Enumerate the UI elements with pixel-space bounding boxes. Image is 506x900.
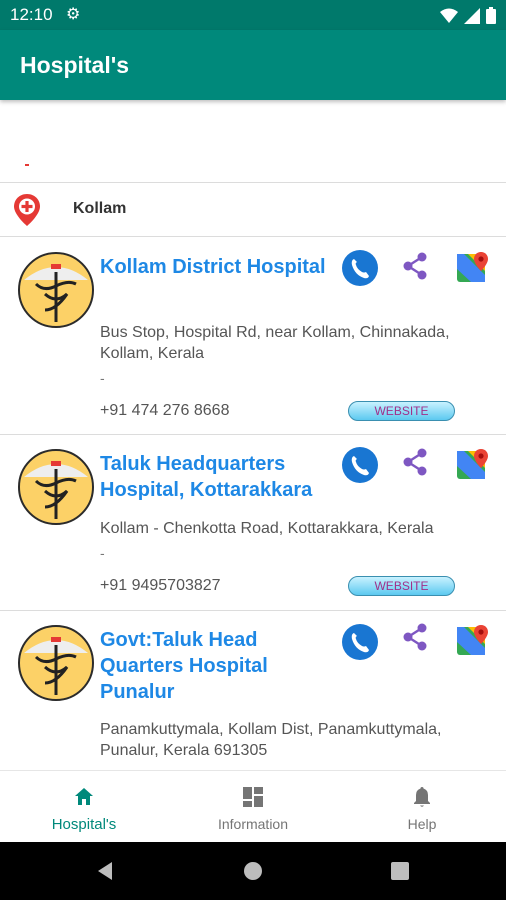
wifi-icon: [440, 8, 458, 23]
signal-icon: [464, 7, 480, 24]
hospital-extra: -: [100, 370, 105, 386]
hospital-extra: -: [100, 545, 105, 561]
hospital-card[interactable]: Kollam District Hospital Bus Stop, Hospi…: [0, 237, 506, 434]
bottom-navigation: Hospital's Information Help: [0, 770, 506, 842]
share-icon[interactable]: [400, 447, 430, 477]
map-icon[interactable]: [456, 624, 490, 658]
hospital-card[interactable]: Govt:Taluk Head Quarters Hospital Punalu…: [0, 611, 506, 770]
hospital-card[interactable]: Taluk Headquarters Hospital, Kottarakkar…: [0, 435, 506, 610]
divider: [0, 182, 506, 183]
website-button[interactable]: WEBSITE: [348, 401, 455, 421]
nav-item-help[interactable]: Help: [338, 771, 506, 843]
nav-label-information: Information: [217, 816, 289, 832]
location-row[interactable]: Kollam: [0, 184, 506, 236]
nav-label-hospitals: Hospital's: [51, 816, 117, 833]
app-bar: Hospital's: [0, 30, 506, 100]
hospital-logo-icon: [18, 449, 94, 525]
hospital-logo-icon: [18, 625, 94, 701]
nav-label-help: Help: [407, 816, 437, 832]
map-icon[interactable]: [456, 251, 490, 285]
call-icon[interactable]: [341, 249, 379, 287]
share-icon[interactable]: [400, 622, 430, 652]
hospital-phone[interactable]: +91 474 276 8668: [100, 402, 229, 420]
map-icon[interactable]: [456, 448, 490, 482]
status-bar: 12:10 ⚙: [0, 0, 506, 30]
system-navigation-bar: [0, 842, 506, 900]
home-icon: [75, 788, 93, 805]
call-icon[interactable]: [341, 446, 379, 484]
hospital-address: Bus Stop, Hospital Rd, near Kollam, Chin…: [100, 324, 450, 362]
status-time: 12:10: [10, 5, 53, 24]
settings-gear-icon: ⚙: [66, 6, 81, 23]
home-button-icon[interactable]: [243, 861, 263, 881]
battery-icon: [486, 7, 496, 24]
hospital-name[interactable]: Taluk Headquarters Hospital, Kottarakkar…: [100, 451, 340, 503]
website-button[interactable]: WEBSITE: [348, 576, 455, 596]
nav-item-information[interactable]: Information: [169, 771, 337, 843]
app-title: Hospital's: [20, 52, 129, 78]
hospital-address: Kollam - Chenkotta Road, Kottarakkara, K…: [100, 520, 434, 537]
hospital-logo-icon: [18, 252, 94, 328]
location-label: Kollam: [73, 200, 127, 217]
dashboard-icon: [243, 787, 263, 807]
bell-icon: [414, 787, 430, 807]
call-icon[interactable]: [341, 623, 379, 661]
hospital-phone[interactable]: +91 9495703827: [100, 577, 221, 595]
nav-item-hospitals[interactable]: Hospital's: [0, 771, 168, 843]
recents-icon[interactable]: [390, 861, 410, 881]
hospital-name[interactable]: Govt:Taluk Head Quarters Hospital Punalu…: [100, 627, 335, 705]
location-pin-icon: [14, 194, 40, 226]
hospital-name[interactable]: Kollam District Hospital: [100, 254, 335, 280]
hospital-address: Panamkuttymala, Kollam Dist, Panamkuttym…: [100, 721, 442, 759]
share-icon[interactable]: [400, 251, 430, 281]
back-icon[interactable]: [95, 861, 115, 881]
red-marker: [25, 164, 29, 166]
